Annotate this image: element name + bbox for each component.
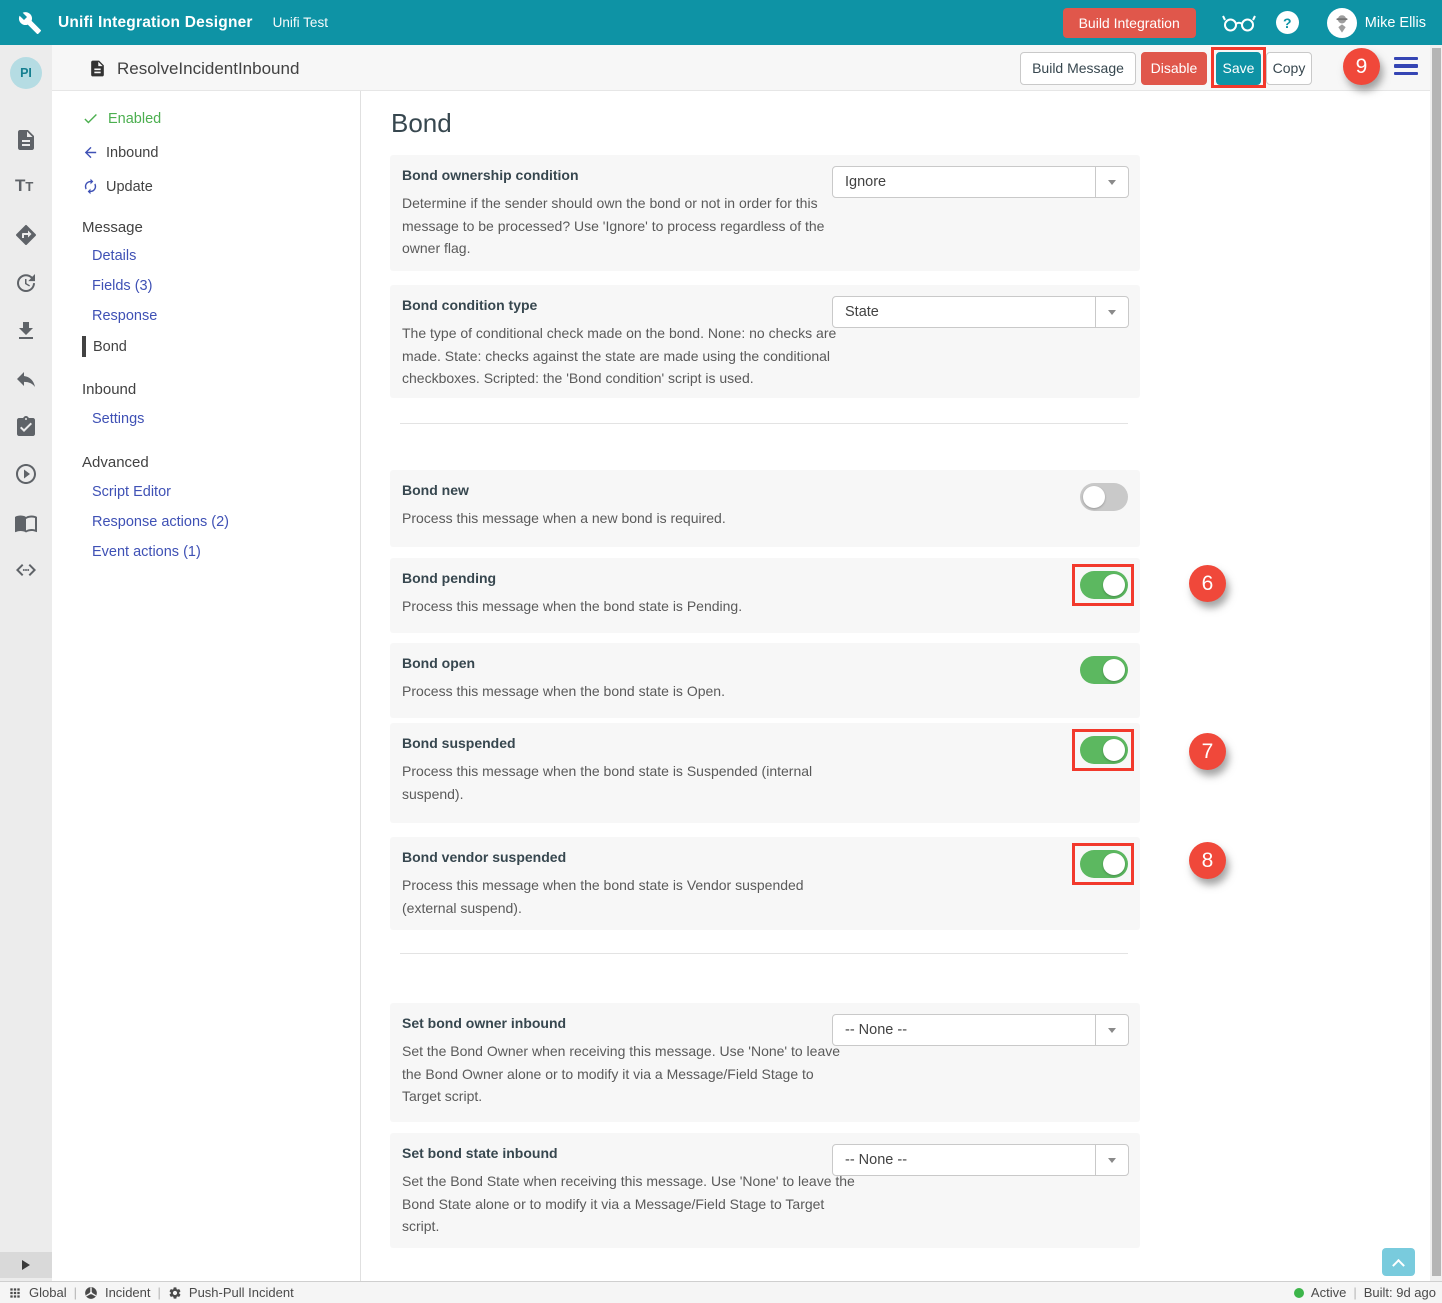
nav-inbound-direction[interactable]: Inbound	[82, 144, 158, 161]
section-divider	[400, 953, 1128, 954]
nav-item-settings[interactable]: Settings	[92, 411, 144, 427]
code-icon[interactable]	[14, 558, 38, 582]
field-bond-open: Bond open Process this message when the …	[390, 643, 1140, 718]
nav-item-bond-active[interactable]: Bond	[82, 336, 127, 357]
directions-icon[interactable]	[14, 223, 38, 247]
nav-item-event-actions[interactable]: Event actions (1)	[92, 544, 201, 560]
incident-table-icon	[84, 1286, 98, 1300]
chevron-down-icon[interactable]	[1095, 167, 1128, 197]
download-icon[interactable]	[14, 319, 38, 343]
app-title: Unifi Integration Designer	[58, 14, 253, 32]
field-bond-pending: Bond pending Process this message when t…	[390, 558, 1140, 633]
bond-vendor-suspended-toggle[interactable]	[1080, 850, 1128, 878]
page-title: Bond	[391, 108, 452, 139]
task-check-icon[interactable]	[14, 415, 38, 439]
field-bond-new: Bond new Process this message when a new…	[390, 470, 1140, 547]
status-built-label: Built: 9d ago	[1364, 1285, 1436, 1300]
annotation-marker-8: 8	[1189, 842, 1226, 879]
scrollbar-thumb[interactable]	[1432, 48, 1441, 1276]
reply-icon[interactable]	[14, 367, 38, 391]
field-set-bond-owner-inbound: Set bond owner inbound Set the Bond Owne…	[390, 1003, 1140, 1122]
refresh-icon	[82, 178, 99, 195]
user-avatar[interactable]	[1327, 8, 1357, 38]
save-button[interactable]: Save	[1216, 52, 1261, 85]
active-indicator-bar	[82, 336, 86, 357]
build-integration-button[interactable]: Build Integration	[1063, 8, 1196, 38]
nav-section-inbound: Inbound	[82, 381, 136, 398]
nav-item-response[interactable]: Response	[92, 308, 157, 324]
nav-item-fields[interactable]: Fields (3)	[92, 278, 152, 294]
integration-avatar[interactable]: PI	[10, 57, 42, 89]
workspace-name: Unifi Test	[273, 15, 328, 30]
record-title: ResolveIncidentInbound	[117, 59, 299, 79]
nav-item-details[interactable]: Details	[92, 248, 136, 264]
field-bond-ownership-condition: Bond ownership condition Determine if th…	[390, 155, 1140, 271]
status-active-label: Active	[1311, 1285, 1346, 1300]
wrench-logo-icon	[18, 11, 42, 35]
user-name: Mike Ellis	[1365, 15, 1426, 31]
nav-update-action[interactable]: Update	[82, 178, 153, 195]
status-bar: Global | Incident | Push-Pull Incident A…	[0, 1281, 1442, 1303]
nav-item-script-editor[interactable]: Script Editor	[92, 484, 171, 500]
field-bond-vendor-suspended: Bond vendor suspended Process this messa…	[390, 837, 1140, 930]
icon-strip: PI TT	[0, 45, 52, 1281]
arrow-left-icon	[82, 144, 99, 161]
chevron-down-icon[interactable]	[1095, 297, 1128, 327]
chevron-up-icon	[1392, 1258, 1405, 1271]
nav-section-advanced: Advanced	[82, 454, 149, 471]
book-icon[interactable]	[14, 511, 38, 535]
copy-button[interactable]: Copy	[1266, 52, 1312, 85]
annotation-marker-9: 9	[1343, 48, 1380, 85]
status-scope[interactable]: Global	[29, 1285, 67, 1300]
annotation-marker-6: 6	[1189, 565, 1226, 602]
check-icon	[82, 110, 99, 127]
sidebar-collapse-button[interactable]	[0, 1252, 52, 1278]
annotation-marker-7: 7	[1189, 733, 1226, 770]
app-header: Unifi Integration Designer Unifi Test Bu…	[0, 0, 1442, 45]
status-table[interactable]: Incident	[105, 1285, 151, 1300]
chevron-down-icon[interactable]	[1095, 1015, 1128, 1045]
field-bond-condition-type: Bond condition type The type of conditio…	[390, 285, 1140, 398]
help-icon[interactable]: ?	[1276, 11, 1299, 34]
scroll-to-top-button[interactable]	[1382, 1248, 1415, 1276]
nav-section-message: Message	[82, 219, 143, 236]
preview-glasses-icon[interactable]	[1222, 12, 1256, 33]
set-bond-state-inbound-select[interactable]: -- None --	[832, 1144, 1129, 1176]
set-bond-owner-inbound-select[interactable]: -- None --	[832, 1014, 1129, 1046]
bond-new-toggle[interactable]	[1080, 483, 1128, 511]
record-document-icon	[88, 58, 107, 79]
active-status-dot	[1294, 1288, 1304, 1298]
bond-open-toggle[interactable]	[1080, 656, 1128, 684]
document-icon[interactable]	[14, 128, 38, 152]
vertical-scrollbar	[1430, 45, 1442, 1281]
chevron-down-icon[interactable]	[1095, 1145, 1128, 1175]
gear-icon	[168, 1286, 182, 1300]
update-history-icon[interactable]	[14, 271, 38, 295]
field-set-bond-state-inbound: Set bond state inbound Set the Bond Stat…	[390, 1133, 1140, 1248]
menu-hamburger-icon[interactable]	[1394, 57, 1418, 76]
main-content: Bond Bond ownership condition Determine …	[362, 91, 1430, 1281]
bond-suspended-toggle[interactable]	[1080, 736, 1128, 764]
nav-item-response-actions[interactable]: Response actions (2)	[92, 514, 229, 530]
status-integration[interactable]: Push-Pull Incident	[189, 1285, 294, 1300]
build-message-button[interactable]: Build Message	[1020, 52, 1136, 85]
field-bond-suspended: Bond suspended Process this message when…	[390, 723, 1140, 823]
disable-button[interactable]: Disable	[1141, 52, 1207, 85]
side-nav: Enabled Inbound Update Message Details F…	[52, 91, 361, 1281]
text-format-icon[interactable]: TT	[15, 176, 39, 200]
bond-pending-toggle[interactable]	[1080, 571, 1128, 599]
bond-condition-type-select[interactable]: State	[832, 296, 1129, 328]
bond-ownership-condition-select[interactable]: Ignore	[832, 166, 1129, 198]
section-divider	[400, 423, 1128, 424]
grid-icon	[8, 1286, 22, 1300]
play-circle-icon[interactable]	[14, 462, 38, 486]
nav-enabled[interactable]: Enabled	[82, 110, 161, 127]
